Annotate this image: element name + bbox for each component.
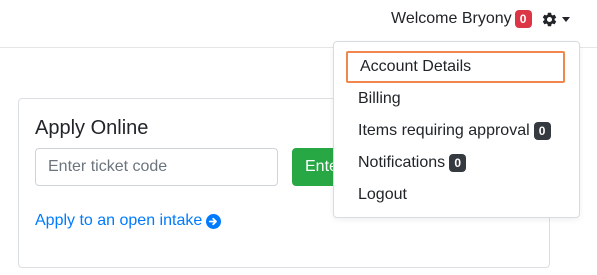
menu-item-notifications[interactable]: Notifications 0 bbox=[334, 147, 579, 179]
card-title: Apply Online bbox=[35, 117, 149, 139]
menu-item-logout[interactable]: Logout bbox=[334, 179, 579, 211]
menu-item-label: Account Details bbox=[360, 58, 472, 75]
welcome-text: Welcome Bryony bbox=[391, 10, 512, 27]
settings-dropdown-menu: Account Details Billing Items requiring … bbox=[333, 41, 580, 218]
menu-item-label: Notifications bbox=[358, 154, 446, 171]
ticket-code-input[interactable] bbox=[35, 148, 278, 186]
page: Welcome Bryony 0 Apply Online Ente Apply… bbox=[0, 0, 597, 275]
menu-item-label: Items requiring approval bbox=[358, 122, 530, 139]
menu-item-label: Logout bbox=[358, 186, 407, 203]
notifications-count-badge: 0 bbox=[449, 154, 467, 172]
arrow-circle-right-icon bbox=[206, 213, 222, 229]
menu-item-account-details[interactable]: Account Details bbox=[346, 51, 565, 83]
gear-icon bbox=[542, 12, 557, 26]
caret-down-icon bbox=[562, 17, 570, 22]
approval-count-badge: 0 bbox=[533, 122, 551, 140]
intake-link-text: Apply to an open intake bbox=[35, 212, 203, 229]
menu-item-items-requiring-approval[interactable]: Items requiring approval 0 bbox=[334, 115, 579, 147]
apply-open-intake-link[interactable]: Apply to an open intake bbox=[35, 211, 222, 231]
welcome-count-badge: 0 bbox=[514, 10, 532, 28]
welcome-user-link[interactable]: Welcome Bryony 0 bbox=[391, 8, 532, 30]
settings-dropdown-toggle[interactable] bbox=[541, 9, 575, 29]
menu-item-billing[interactable]: Billing bbox=[334, 83, 579, 115]
menu-item-label: Billing bbox=[358, 90, 401, 107]
